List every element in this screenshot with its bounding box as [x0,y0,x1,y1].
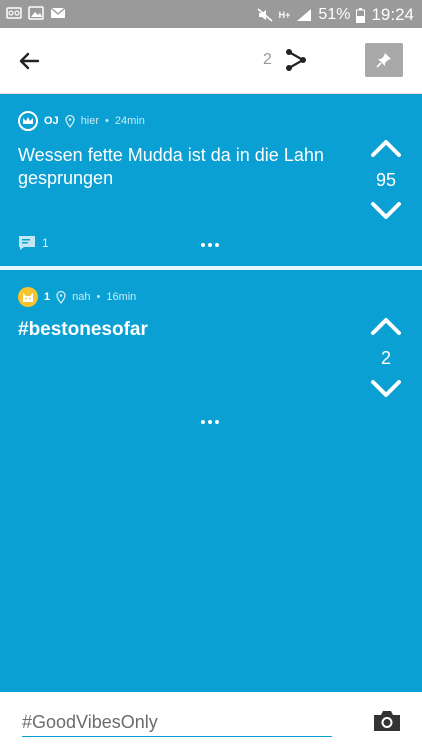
vote-control: 95 [370,138,402,221]
notification-icons [6,6,66,20]
voicemail-icon [6,7,22,19]
post-text: #bestonesofar [18,319,148,340]
vote-count: 95 [375,170,397,190]
camera-icon[interactable] [372,709,402,733]
compose-input[interactable] [22,709,332,737]
share-count: 2 [263,51,272,68]
top-bar: 2 [0,28,422,94]
network-type-label: H+ [278,10,291,20]
mute-icon [257,8,273,22]
downvote-icon[interactable] [370,379,402,399]
post-username: OJ [44,115,59,127]
more-options-icon[interactable] [201,420,221,426]
post-location: nah [72,291,91,303]
post-meta: OJ hier • 24min [18,111,145,131]
share-icon[interactable] [284,48,308,72]
meta-separator: • [96,291,101,303]
pin-button[interactable] [365,43,403,77]
upvote-icon[interactable] [370,138,402,158]
system-icons: H+ 51% 19:24 [257,5,414,25]
back-arrow-icon[interactable] [18,50,40,72]
post-username: 1 [44,291,51,303]
vote-count: 2 [380,348,391,368]
battery-icon [356,7,366,23]
upvote-icon[interactable] [370,316,402,336]
post-age: 16min [106,291,137,303]
pushpin-icon [376,53,391,68]
comment-count: 1 [42,236,49,250]
location-pin-icon [65,114,75,128]
post-location: hier [80,115,100,127]
post-card[interactable]: 1 nah • 16min #bestonesofar 2 [0,270,422,692]
crown-icon [18,111,38,131]
comments-button[interactable]: 1 [18,235,49,251]
post-card[interactable]: OJ hier • 24min Wessen fette Mudda ist d… [0,94,422,266]
post-text: Wessen fette Mudda ist da in die Lahn ge… [18,145,324,188]
mail-icon [50,7,66,18]
downvote-icon[interactable] [370,201,402,221]
meta-separator: • [105,115,109,127]
vote-control: 2 [370,316,402,399]
clock: 19:24 [371,5,414,24]
post-age: 24min [114,115,145,127]
battery-percent: 51% [318,6,351,23]
status-bar: H+ 51% 19:24 [0,0,422,28]
signal-icon [297,9,312,21]
cat-icon [18,287,38,307]
compose-bar [0,692,422,750]
location-pin-icon [56,290,66,304]
comment-icon [19,236,35,250]
more-options-icon[interactable] [201,243,221,249]
image-icon [28,6,44,20]
post-meta: 1 nah • 16min [18,287,136,307]
